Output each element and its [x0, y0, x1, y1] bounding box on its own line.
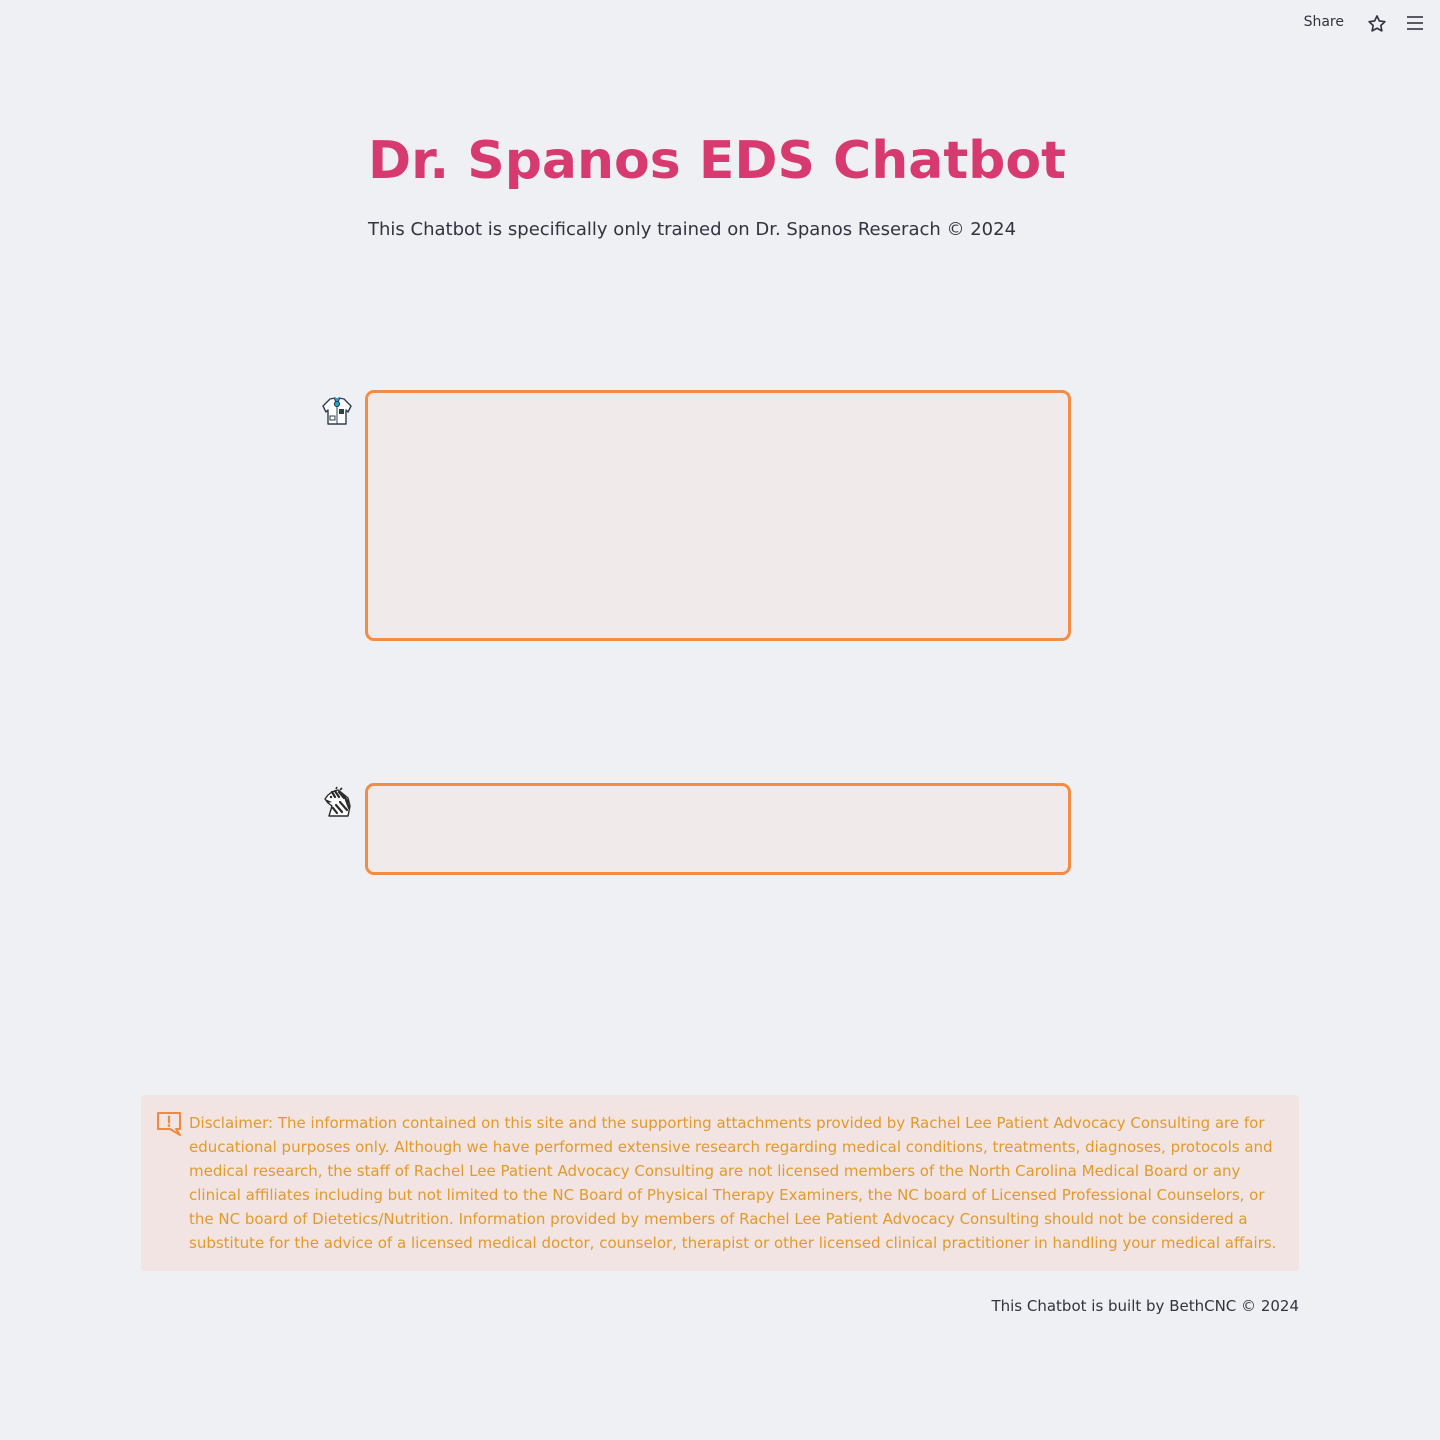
- disclaimer-text: Disclaimer: The information contained on…: [189, 1114, 1277, 1252]
- disclaimer-banner: Disclaimer: The information contained on…: [141, 1095, 1299, 1271]
- star-icon[interactable]: [1366, 13, 1388, 35]
- page-subtitle: This Chatbot is specifically only traine…: [368, 219, 1017, 240]
- doctor-coat-icon: [320, 394, 354, 428]
- warning-icon: [156, 1111, 182, 1137]
- user-input-box[interactable]: [365, 783, 1071, 875]
- assistant-message-box: [365, 390, 1071, 641]
- zebra-icon: [320, 786, 354, 820]
- share-button[interactable]: Share: [1304, 14, 1344, 30]
- page-title: Dr. Spanos EDS Chatbot: [368, 131, 1066, 191]
- footer-credit: This Chatbot is built by BethCNC © 2024: [991, 1297, 1299, 1315]
- hamburger-menu-icon[interactable]: [1406, 14, 1424, 32]
- top-toolbar: Share: [0, 0, 1440, 48]
